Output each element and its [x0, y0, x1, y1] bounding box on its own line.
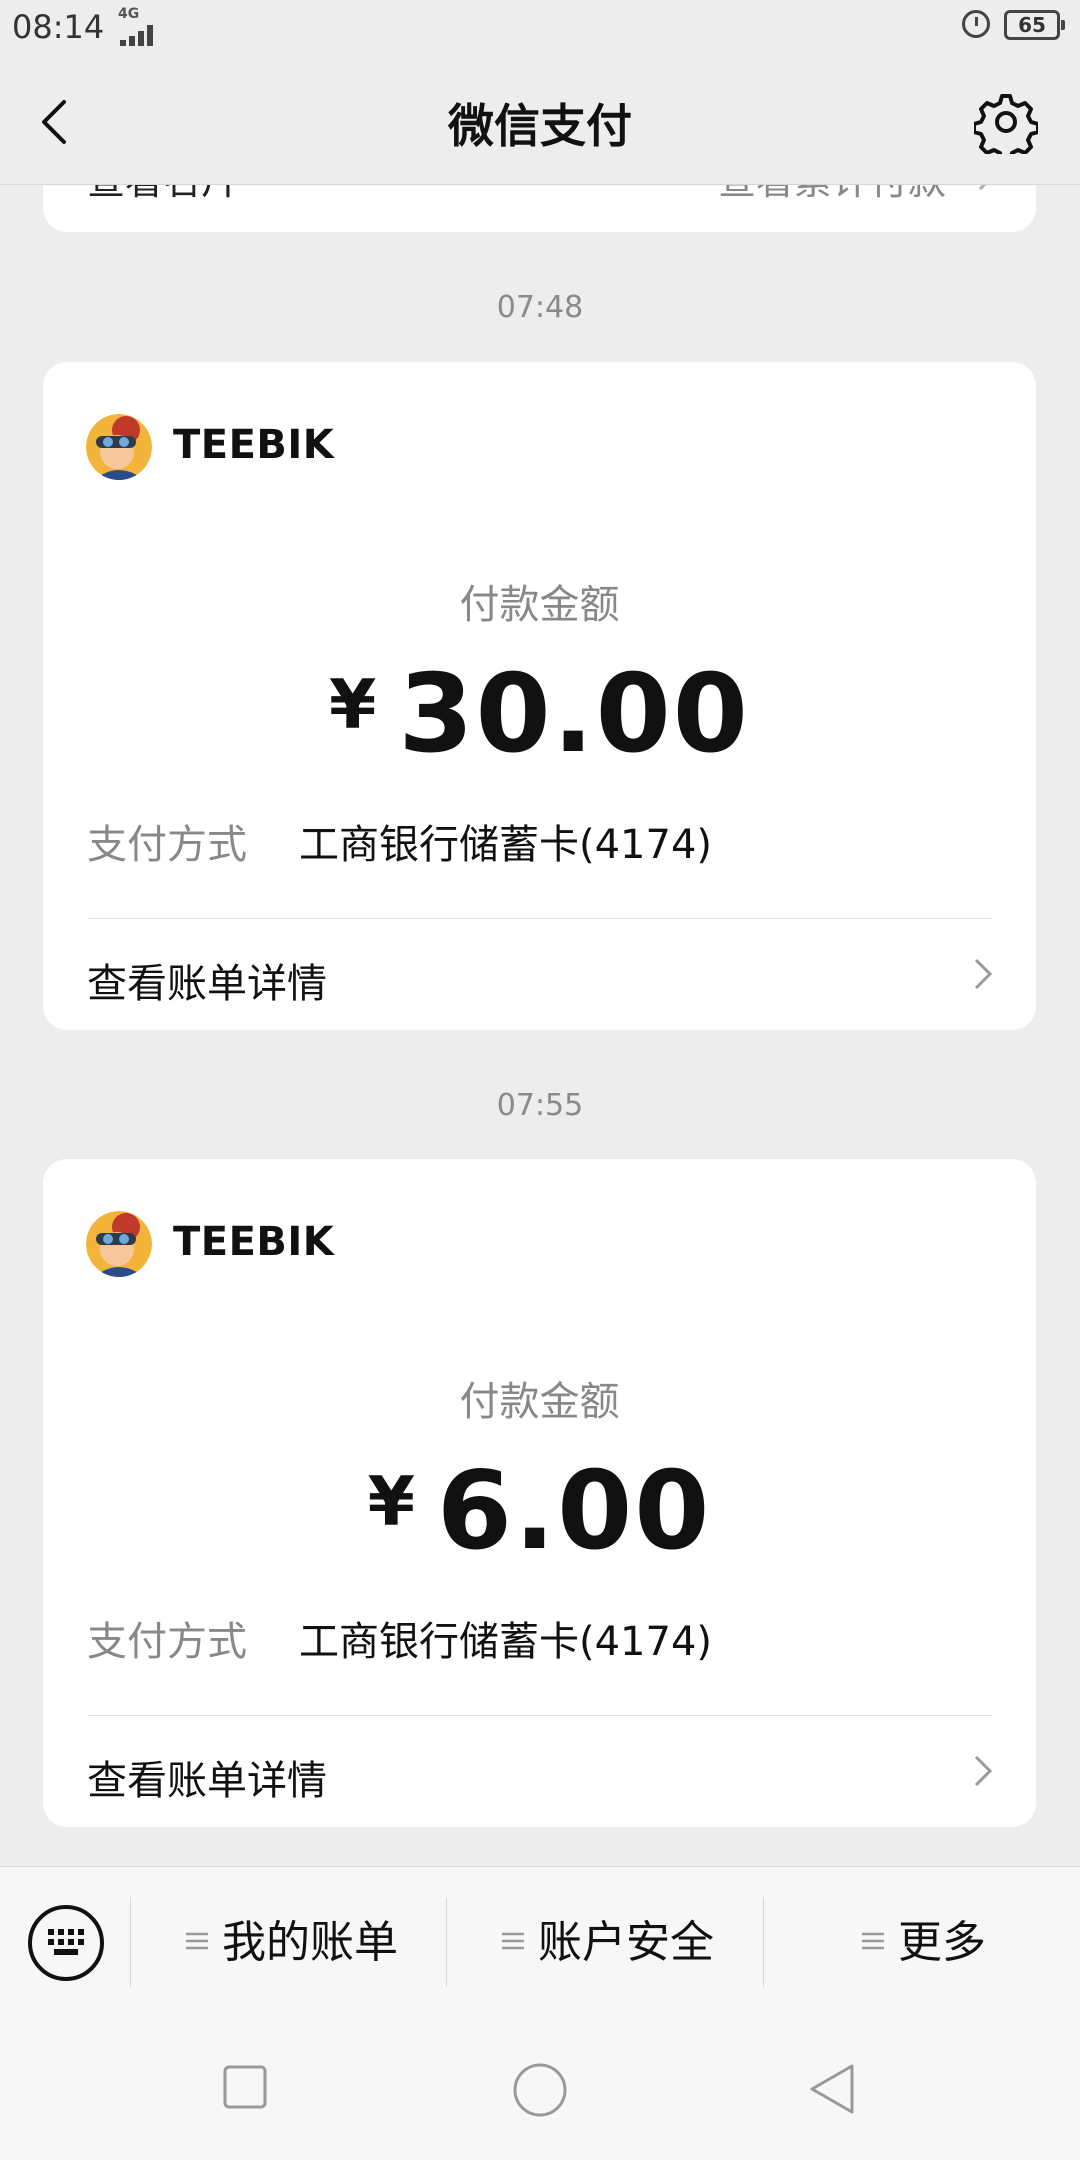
keyboard-icon [48, 1929, 84, 1955]
recent-apps-icon[interactable] [222, 2064, 268, 2110]
keyboard-toggle-button[interactable] [28, 1905, 104, 1981]
view-bill-details-label: 查看账单详情 [87, 961, 327, 1007]
alarm-icon [962, 10, 990, 38]
currency-symbol: ¥ [329, 666, 377, 745]
payment-method-label: 支付方式 [87, 1619, 247, 1665]
system-navigation-bar [0, 2026, 1080, 2160]
bottom-menu-bar: 我的账单 账户安全 更多 [0, 1866, 1080, 2027]
merchant-name: TEEBIK [173, 422, 335, 468]
merchant-avatar [86, 414, 152, 480]
back-triangle-icon[interactable] [808, 2062, 858, 2116]
menu-my-bills-label: 我的账单 [222, 1917, 398, 1968]
battery-icon: 65 [1004, 10, 1065, 40]
amount-label: 付款金额 [459, 582, 620, 628]
menu-lines-icon [862, 1932, 884, 1950]
amount-value: 6.00 [436, 1449, 712, 1574]
menu-separator [446, 1897, 447, 1987]
message-timestamp: 07:55 [496, 1088, 584, 1123]
view-bill-details-link[interactable]: 查看账单详情 [43, 919, 1036, 1030]
payment-amount: ¥30.00 [43, 652, 1036, 777]
menu-separator [130, 1897, 131, 1987]
menu-lines-icon [186, 1932, 208, 1950]
message-timestamp: 07:48 [496, 290, 584, 325]
menu-more-label: 更多 [898, 1917, 986, 1968]
currency-symbol: ¥ [367, 1463, 415, 1542]
view-bill-details-link[interactable]: 查看账单详情 [43, 1716, 1036, 1827]
chevron-right-icon [974, 1755, 993, 1787]
menu-account-security-label: 账户安全 [538, 1917, 714, 1968]
status-time: 08:14 [12, 8, 105, 46]
payment-method-value: 工商银行储蓄卡(4174) [299, 1619, 713, 1665]
nav-bar: 微信支付 [0, 60, 1080, 185]
signal-icon [120, 24, 160, 46]
status-bar: 08:14 4G 65 [0, 0, 1080, 60]
menu-lines-icon [502, 1932, 524, 1950]
menu-my-bills[interactable]: 我的账单 [186, 1897, 398, 1989]
view-bill-details-label: 查看账单详情 [87, 1758, 327, 1804]
payment-method-label: 支付方式 [87, 822, 247, 868]
menu-separator [763, 1897, 764, 1987]
menu-more[interactable]: 更多 [862, 1897, 986, 1989]
amount-label: 付款金额 [459, 1379, 620, 1425]
payment-card: TEEBIK 付款金额 ¥30.00 支付方式 工商银行储蓄卡(4174) 查看… [43, 362, 1036, 1030]
settings-button[interactable] [972, 90, 1040, 162]
merchant-avatar [86, 1211, 152, 1277]
payment-method-value: 工商银行储蓄卡(4174) [299, 822, 713, 868]
network-type: 4G [118, 6, 140, 22]
gear-icon [972, 94, 1040, 162]
payment-card: TEEBIK 付款金额 ¥6.00 支付方式 工商银行储蓄卡(4174) 查看账… [43, 1159, 1036, 1827]
merchant-name: TEEBIK [173, 1219, 335, 1265]
payment-amount: ¥6.00 [43, 1449, 1036, 1574]
home-icon[interactable] [512, 2062, 568, 2118]
amount-value: 30.00 [398, 652, 750, 777]
page-title: 微信支付 [448, 99, 632, 153]
chevron-right-icon [974, 958, 993, 990]
menu-account-security[interactable]: 账户安全 [502, 1897, 714, 1989]
